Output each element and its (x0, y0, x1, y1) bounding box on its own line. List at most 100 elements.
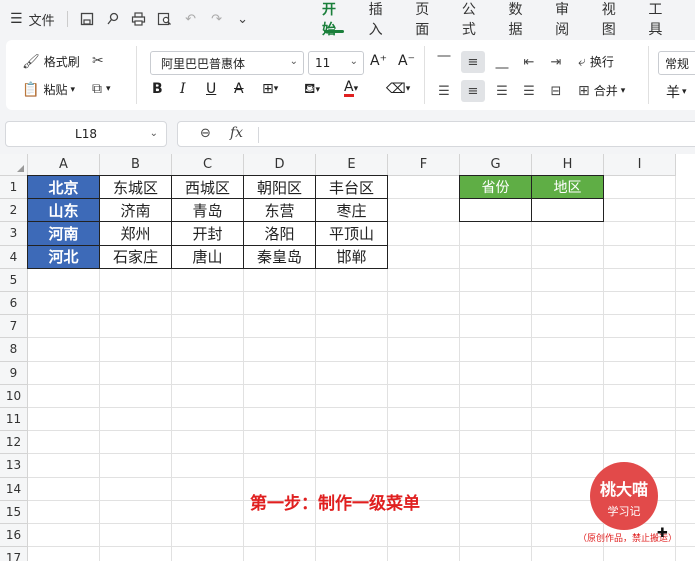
province-input-cell[interactable] (460, 199, 531, 221)
font-size-select[interactable]: 11 ⌄ (308, 51, 364, 75)
row-header-12[interactable]: 12 (0, 431, 28, 455)
column-header-B[interactable]: B (100, 154, 172, 176)
italic-button[interactable]: I (180, 81, 186, 97)
tab-tools[interactable]: 工具 (648, 0, 672, 38)
copy-button[interactable]: ⧉ ▾ (92, 81, 111, 97)
paste-button[interactable]: 📋 粘贴 ▾ (22, 81, 75, 98)
align-middle-button[interactable]: ≡ (461, 51, 485, 73)
city-cell[interactable]: 济南 (100, 199, 171, 221)
undo-icon[interactable]: ↶ (180, 8, 202, 30)
column-header-H[interactable]: H (532, 154, 604, 176)
borders-button[interactable]: ⊞ ▾ (262, 81, 278, 97)
column-header-G[interactable]: G (460, 154, 532, 176)
wrap-text-button[interactable]: ⤶ 换行 (578, 53, 614, 70)
row-header-4[interactable]: 4 (0, 245, 28, 269)
align-left-button[interactable]: ☰ (432, 80, 456, 102)
decrease-indent-button[interactable]: ⇤ (517, 51, 541, 73)
row-header-16[interactable]: 16 (0, 524, 28, 548)
row-header-11[interactable]: 11 (0, 408, 28, 432)
fill-color-button[interactable]: ⛾ ▾ (304, 81, 320, 99)
column-header-I[interactable]: I (604, 154, 676, 176)
city-cell[interactable]: 郑州 (100, 222, 171, 244)
city-cell[interactable]: 洛阳 (244, 222, 315, 244)
fx-icon[interactable]: fx (230, 125, 243, 141)
city-cell[interactable]: 石家庄 (100, 246, 171, 268)
format-painter-button[interactable]: 🖌 格式刷 (22, 53, 80, 70)
row-header-6[interactable]: 6 (0, 292, 28, 316)
row-header-10[interactable]: 10 (0, 384, 28, 408)
bold-button[interactable]: B (152, 81, 163, 97)
row-header-5[interactable]: 5 (0, 268, 28, 292)
province-cell[interactable]: 山东 (28, 199, 99, 222)
city-cell[interactable]: 西城区 (172, 176, 243, 198)
column-header-D[interactable]: D (244, 154, 316, 176)
increase-font-button[interactable]: A⁺ (370, 53, 387, 69)
font-color-button[interactable]: A ▾ (344, 80, 358, 97)
city-cell[interactable]: 邯郸 (316, 246, 387, 268)
row-header-1[interactable]: 1 (0, 176, 28, 200)
row-header-9[interactable]: 9 (0, 361, 28, 385)
increase-indent-button[interactable]: ⇥ (544, 51, 568, 73)
column-header-E[interactable]: E (316, 154, 388, 176)
row-header-7[interactable]: 7 (0, 315, 28, 339)
tab-formulas[interactable]: 公式 (462, 0, 486, 38)
tab-view[interactable]: 视图 (602, 0, 626, 38)
align-top-button[interactable]: ⎺ (432, 51, 456, 73)
merge-button[interactable]: ⊞ 合并 ▾ (578, 82, 625, 99)
row-header-2[interactable]: 2 (0, 199, 28, 223)
cut-button[interactable]: ✂ (92, 53, 108, 69)
print-icon[interactable] (128, 8, 150, 30)
row-header-15[interactable]: 15 (0, 500, 28, 524)
select-all-corner[interactable] (0, 154, 28, 176)
formula-input[interactable]: ⊖ fx (177, 121, 695, 147)
province-header-cell[interactable]: 省份 (460, 176, 531, 199)
city-cell[interactable]: 开封 (172, 222, 243, 244)
redo-icon[interactable]: ↷ (206, 8, 228, 30)
row-header-3[interactable]: 3 (0, 222, 28, 246)
tab-home[interactable]: 开始 (322, 0, 346, 38)
align-center-button[interactable]: ≡ (461, 80, 485, 102)
justify-button[interactable]: ☰ (517, 80, 541, 102)
distribute-button[interactable]: ⊟ (544, 80, 568, 102)
province-cell[interactable]: 河南 (28, 222, 99, 245)
currency-button[interactable]: 羊 ▾ (666, 82, 687, 102)
font-name-select[interactable]: 阿里巴巴普惠体 ⌄ (150, 51, 304, 75)
decrease-font-button[interactable]: A⁻ (398, 53, 415, 69)
underline-button[interactable]: U (206, 81, 216, 97)
print-preview-icon[interactable] (154, 8, 176, 30)
city-cell[interactable]: 青岛 (172, 199, 243, 221)
row-header-13[interactable]: 13 (0, 454, 28, 478)
city-cell[interactable]: 朝阳区 (244, 176, 315, 198)
row-header-8[interactable]: 8 (0, 338, 28, 362)
column-header-F[interactable]: F (388, 154, 460, 176)
region-header-cell[interactable]: 地区 (532, 176, 603, 199)
province-cell[interactable]: 河北 (28, 245, 99, 268)
tab-insert[interactable]: 插入 (369, 0, 393, 38)
city-cell[interactable]: 唐山 (172, 246, 243, 268)
share-icon[interactable] (102, 8, 124, 30)
city-cell[interactable]: 东营 (244, 199, 315, 221)
city-cell[interactable]: 秦皇岛 (244, 246, 315, 268)
number-format-select[interactable]: 常规 (658, 51, 695, 75)
column-header-C[interactable]: C (172, 154, 244, 176)
tab-review[interactable]: 审阅 (555, 0, 579, 38)
file-menu[interactable]: ☰ 文件 (10, 10, 55, 29)
strikethrough-button[interactable]: A (234, 81, 244, 97)
column-header-A[interactable]: A (28, 154, 100, 176)
chevron-down-icon[interactable]: ⌄ (232, 8, 254, 30)
align-right-button[interactable]: ☰ (490, 80, 514, 102)
row-header-14[interactable]: 14 (0, 477, 28, 501)
zoom-icon[interactable]: ⊖ (200, 126, 211, 141)
region-input-cell[interactable] (532, 199, 603, 221)
city-cell[interactable]: 丰台区 (316, 176, 387, 198)
tab-data[interactable]: 数据 (509, 0, 533, 38)
row-header-17[interactable]: 17 (0, 547, 28, 561)
tab-page[interactable]: 页面 (415, 0, 439, 38)
save-icon[interactable] (76, 8, 98, 30)
city-cell[interactable]: 枣庄 (316, 199, 387, 221)
city-cell[interactable]: 平顶山 (316, 222, 387, 244)
clear-button[interactable]: ⌫ ▾ (386, 81, 410, 97)
city-cell[interactable]: 东城区 (100, 176, 171, 198)
name-box[interactable]: L18 ⌄ (5, 121, 167, 147)
province-cell[interactable]: 北京 (28, 176, 99, 199)
